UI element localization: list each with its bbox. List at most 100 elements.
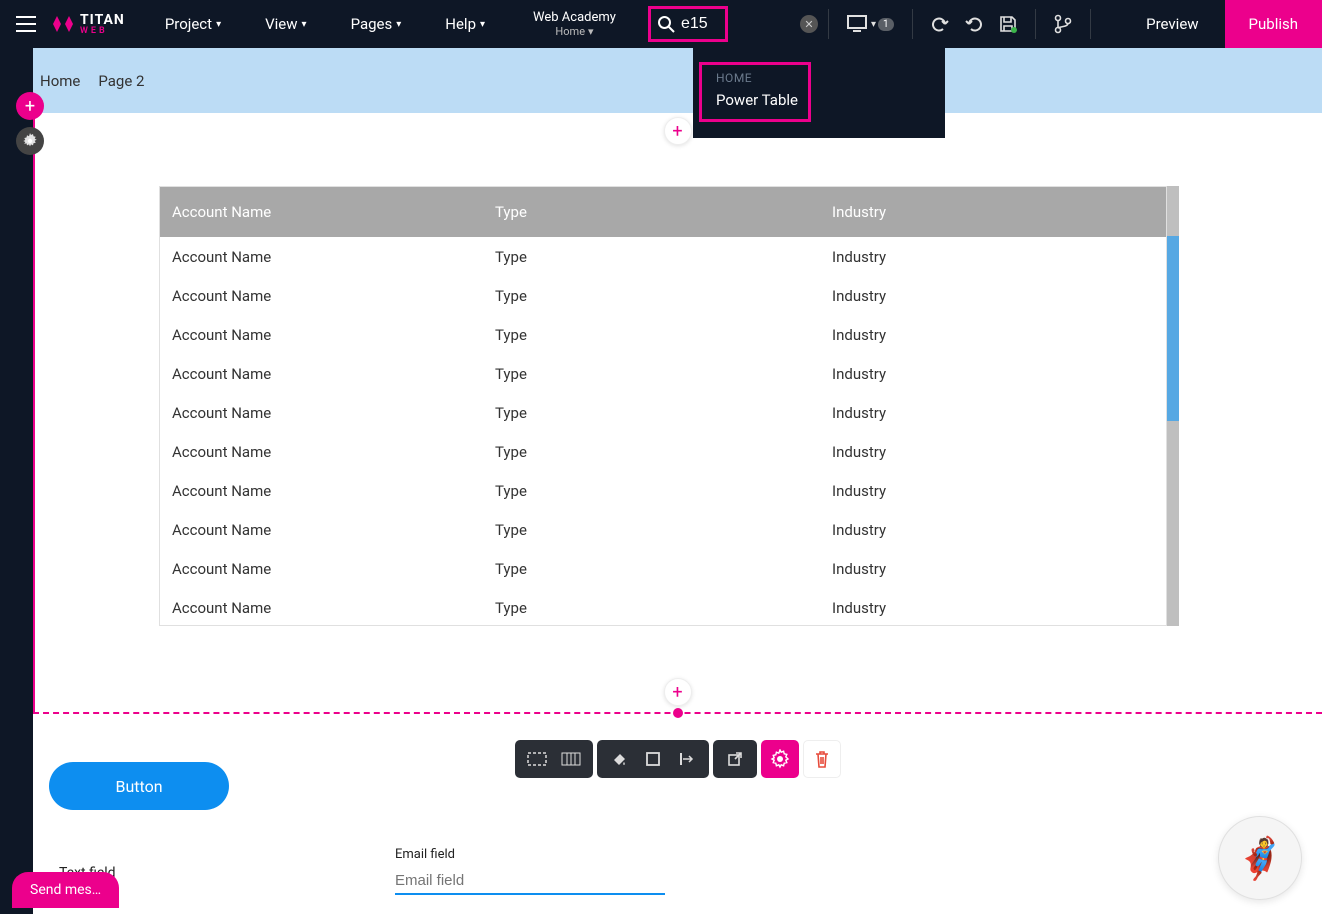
branch-icon xyxy=(1054,14,1072,34)
element-search-box[interactable] xyxy=(648,6,728,42)
search-result-item[interactable]: HOME Power Table xyxy=(699,62,811,122)
main-menu: Project ▾ View▾ Pages▾ Help▾ xyxy=(143,0,507,48)
add-strip-top-button[interactable]: + xyxy=(664,117,692,145)
search-icon xyxy=(657,15,675,33)
table-cell: Industry xyxy=(832,521,1166,539)
toolbar-border-button[interactable] xyxy=(637,746,669,772)
table-cell: Industry xyxy=(832,248,1166,266)
breadcrumb-bar: Home Page 2 xyxy=(0,48,1322,113)
table-cell: Type xyxy=(495,521,832,539)
menu-help[interactable]: Help▾ xyxy=(423,0,507,48)
help-mascot-button[interactable]: 🦸 xyxy=(1218,816,1302,900)
power-table[interactable]: Account Name Type Industry Account NameT… xyxy=(159,186,1179,626)
table-row[interactable]: Account NameTypeIndustry xyxy=(160,471,1166,510)
logo-mark-icon xyxy=(52,13,74,35)
save-button[interactable] xyxy=(991,15,1025,33)
chevron-down-icon: ▾ xyxy=(396,19,401,30)
table-row[interactable]: Account NameTypeIndustry xyxy=(160,432,1166,471)
redo-button[interactable] xyxy=(957,15,991,33)
section-resize-handle[interactable] xyxy=(673,708,683,718)
page-settings-button[interactable] xyxy=(16,127,44,155)
publish-button[interactable]: Publish xyxy=(1225,0,1322,48)
gear-icon xyxy=(22,133,38,149)
chevron-down-icon: ▾ xyxy=(588,25,594,38)
menu-project[interactable]: Project ▾ xyxy=(143,0,243,48)
table-row[interactable]: Account NameTypeIndustry xyxy=(160,393,1166,432)
divider xyxy=(1035,9,1036,39)
table-row[interactable]: Account NameTypeIndustry xyxy=(160,588,1166,627)
table-row[interactable]: Account NameTypeIndustry xyxy=(160,315,1166,354)
table-row[interactable]: Account NameTypeIndustry xyxy=(160,276,1166,315)
hamburger-menu-button[interactable] xyxy=(0,16,52,32)
undo-icon xyxy=(931,15,949,33)
table-header-account[interactable]: Account Name xyxy=(160,203,495,221)
menu-view[interactable]: View▾ xyxy=(243,0,328,48)
redo-icon xyxy=(965,15,983,33)
toolbar-select-button[interactable] xyxy=(521,746,553,772)
add-element-button[interactable]: + xyxy=(16,92,44,120)
toolbar-columns-button[interactable] xyxy=(555,746,587,772)
hamburger-icon xyxy=(16,16,36,32)
menu-pages[interactable]: Pages▾ xyxy=(329,0,424,48)
paint-bucket-icon xyxy=(611,751,627,767)
breadcrumb-page2[interactable]: Page 2 xyxy=(98,72,144,90)
toolbar-settings-button[interactable] xyxy=(761,740,799,778)
email-field-input[interactable] xyxy=(395,868,665,895)
table-cell: Type xyxy=(495,326,832,344)
mascot-icon: 🦸 xyxy=(1235,835,1285,882)
table-cell: Account Name xyxy=(160,326,495,344)
table-cell: Account Name xyxy=(160,287,495,305)
plus-icon: + xyxy=(672,682,682,703)
table-cell: Account Name xyxy=(160,248,495,266)
device-badge: 1 xyxy=(878,18,894,31)
plus-icon: + xyxy=(25,96,35,117)
table-row[interactable]: Account NameTypeIndustry xyxy=(160,510,1166,549)
section-selection-indicator xyxy=(33,113,35,713)
table-cell: Type xyxy=(495,560,832,578)
left-rail xyxy=(0,48,33,914)
plus-icon: + xyxy=(672,121,682,142)
table-row[interactable]: Account NameTypeIndustry xyxy=(160,237,1166,276)
table-cell: Account Name xyxy=(160,521,495,539)
toolbar-link-button[interactable] xyxy=(719,746,751,772)
toolbar-fill-button[interactable] xyxy=(603,746,635,772)
table-row[interactable]: Account NameTypeIndustry xyxy=(160,354,1166,393)
sample-button-label: Button xyxy=(115,777,162,796)
table-cell: Type xyxy=(495,365,832,383)
table-scrollbar[interactable] xyxy=(1167,186,1179,626)
table-header-type[interactable]: Type xyxy=(495,203,832,221)
table-cell: Account Name xyxy=(160,365,495,383)
table-cell: Industry xyxy=(832,482,1166,500)
logo[interactable]: TITAN WEB xyxy=(52,13,143,36)
table-header-industry[interactable]: Industry xyxy=(832,203,1166,221)
breadcrumb-home[interactable]: Home xyxy=(40,72,80,90)
sample-button[interactable]: Button xyxy=(49,762,229,810)
device-preview-button[interactable]: ▾ 1 xyxy=(839,15,902,33)
toolbar-delete-button[interactable] xyxy=(803,740,841,778)
version-control-button[interactable] xyxy=(1046,14,1080,34)
table-row[interactable]: Account NameTypeIndustry xyxy=(160,549,1166,588)
table-cell: Type xyxy=(495,287,832,305)
chevron-down-icon: ▾ xyxy=(480,19,485,30)
menu-project-label: Project xyxy=(165,15,212,33)
chevron-down-icon: ▾ xyxy=(216,19,221,30)
scrollbar-thumb[interactable] xyxy=(1167,236,1179,421)
toolbar-align-button[interactable] xyxy=(671,746,703,772)
divider xyxy=(1090,9,1091,39)
search-result-name: Power Table xyxy=(716,91,794,109)
trash-icon xyxy=(813,749,831,769)
chat-widget-button[interactable]: Send mes… xyxy=(12,872,119,908)
element-search-input[interactable] xyxy=(681,15,715,33)
undo-button[interactable] xyxy=(923,15,957,33)
search-results-dropdown: HOME Power Table xyxy=(693,48,945,138)
current-page-name: Home xyxy=(555,25,585,38)
add-strip-bottom-button[interactable]: + xyxy=(664,678,692,706)
table-header-row: Account Name Type Industry xyxy=(160,187,1166,237)
clear-search-button[interactable]: ✕ xyxy=(800,15,818,33)
table-cell: Type xyxy=(495,248,832,266)
top-bar: TITAN WEB Project ▾ View▾ Pages▾ Help▾ We… xyxy=(0,0,1322,48)
preview-button[interactable]: Preview xyxy=(1120,0,1224,48)
project-title-dropdown[interactable]: Web Academy Home▾ xyxy=(507,10,642,39)
table-cell: Industry xyxy=(832,560,1166,578)
chevron-down-icon: ▾ xyxy=(871,19,876,30)
